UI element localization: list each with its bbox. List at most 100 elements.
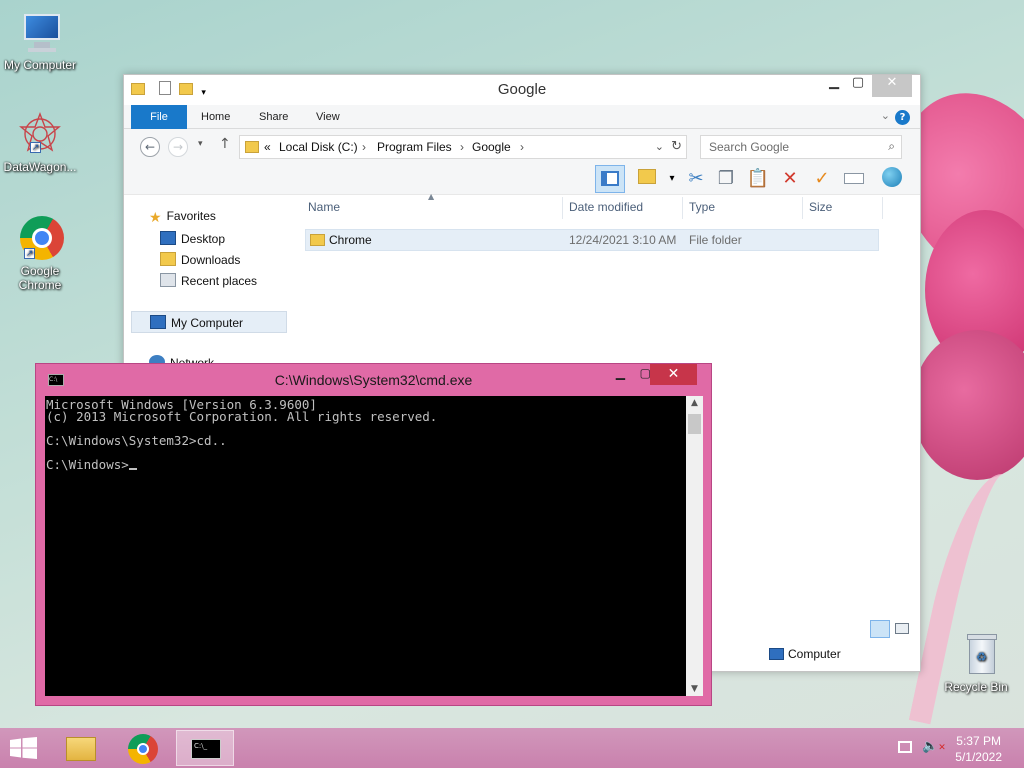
taskbar: C:\_ 🔈✕ 5:37 PM 5/1/2022 [0,728,1024,768]
desktop-icon-my-computer[interactable]: My Computer [0,10,80,72]
command-toolbar: ▾ ✂ ❐ 📋 ✕ ✓ [124,163,920,195]
cmd-icon: C:\_ [191,739,221,759]
monitor-icon [150,315,166,329]
file-name: Chrome [329,233,372,247]
nav-label: Recent places [181,274,258,288]
nav-downloads[interactable]: Downloads [160,252,240,267]
tab-view[interactable]: View [316,105,340,129]
window-title: Google [497,81,547,98]
view-large-icons-button[interactable] [892,620,912,638]
rename-icon[interactable] [842,167,866,191]
nav-label: Downloads [181,253,241,267]
desktop-icon-label: My Computer [3,58,77,72]
maximize-button[interactable]: ▢ [844,75,872,97]
delete-icon[interactable]: ✕ [778,167,802,191]
help-icon[interactable]: ? [895,110,910,125]
chrome-icon: ↗ [16,216,64,262]
cmd-titlebar[interactable]: C:\ C:\Windows\System32\cmd.exe ▁ ▢ ✕ [36,364,711,394]
column-header-name[interactable]: Name [308,200,340,214]
cmd-window[interactable]: C:\ C:\Windows\System32\cmd.exe ▁ ▢ ✕ Mi… [35,363,712,706]
up-arrow-icon[interactable]: ↑ [219,136,231,152]
breadcrumb-separator: › [460,140,464,154]
search-placeholder: Search Google [709,140,790,154]
sort-arrow-icon: ▲ [428,192,435,201]
close-button[interactable]: ✕ [872,75,912,97]
breadcrumb-prefix[interactable]: « [264,140,271,154]
file-date: 12/24/2021 3:10 AM [569,233,677,247]
monitor-icon [769,648,784,660]
scroll-up-icon[interactable]: ▲ [686,396,703,410]
folder-check-icon [638,169,656,184]
chevron-down-icon[interactable]: ⌄ [881,109,890,122]
file-type: File folder [689,233,742,247]
breadcrumb-local-disk[interactable]: Local Disk (C:) [279,140,358,154]
desktop-icon-datawagon[interactable]: ↗ DataWagon... [0,112,80,174]
search-icon[interactable]: ⌕ [888,139,895,154]
globe-icon[interactable] [880,167,904,191]
view-details-button[interactable] [870,620,890,638]
recent-locations-icon[interactable]: ▾ [198,139,203,149]
preview-pane-button[interactable] [595,165,625,193]
cmd-title: C:\Windows\System32\cmd.exe [274,372,473,388]
taskbar-cmd[interactable]: C:\_ [176,730,234,766]
desktop-icon-label: DataWagon... [3,160,77,174]
console-line: C:\Windows> [46,457,129,472]
forward-button[interactable]: → [168,137,188,157]
console-line: C:\Windows\System32>cd.. [46,433,227,448]
desktop-icon-label: Google Chrome [18,264,62,292]
column-header-date-modified[interactable]: Date modified [569,200,643,214]
cmd-minimize-button[interactable]: ▁ [616,366,625,380]
tab-file[interactable]: File [131,105,187,129]
nav-recent-places[interactable]: Recent places [160,273,257,288]
tab-share[interactable]: Share [259,105,288,129]
clock[interactable]: 5:37 PM 5/1/2022 [955,733,1002,765]
select-folder-button[interactable] [635,167,659,191]
column-header-type[interactable]: Type [689,200,715,214]
start-button[interactable] [10,737,38,759]
address-row: ← → ▾ ↑ « Local Disk (C:) › Program File… [124,129,920,163]
tab-home[interactable]: Home [201,105,230,129]
network-icon[interactable] [898,741,912,753]
nav-desktop[interactable]: Desktop [160,231,225,246]
checkmark-icon[interactable]: ✓ [810,167,834,191]
scroll-thumb[interactable] [688,414,701,434]
downloads-icon [160,252,176,266]
table-row[interactable]: Chrome 12/24/2021 3:10 AM File folder [305,229,879,251]
nav-label: Favorites [166,209,216,223]
column-header-size[interactable]: Size [809,200,832,214]
address-bar[interactable]: « Local Disk (C:) › Program Files › Goog… [239,135,687,159]
cut-icon[interactable]: ✂ [684,167,708,191]
console-output[interactable]: Microsoft Windows [Version 6.3.9600] (c) … [45,396,686,696]
datawagon-logo-icon: ↗ [16,112,64,158]
copy-icon[interactable]: ❐ [714,167,738,191]
console-line: (c) 2013 Microsoft Corporation. All righ… [46,409,438,424]
desktop-icon-google-chrome[interactable]: ↗ Google Chrome [0,216,80,292]
text-cursor [128,468,137,470]
nav-label: My Computer [171,316,244,330]
volume-muted-icon[interactable]: 🔈✕ [922,739,946,754]
ribbon-tabs: File Home Share View ⌄ ? [124,105,920,129]
taskbar-chrome[interactable] [114,730,172,766]
breadcrumb-google[interactable]: Google [472,140,511,154]
explorer-titlebar[interactable]: ▾ Google ▁ ▢ ✕ [124,75,920,105]
nav-my-computer[interactable]: My Computer [131,311,287,333]
scroll-down-icon[interactable]: ▼ [686,682,703,696]
breadcrumb-program-files[interactable]: Program Files [377,140,452,154]
nav-favorites[interactable]: ★ Favorites [149,209,216,225]
chevron-down-icon[interactable]: ▾ [660,167,684,191]
refresh-icon[interactable]: ↻ [671,139,682,154]
address-dropdown-icon[interactable]: ⌄ [655,140,664,153]
taskbar-file-explorer[interactable] [52,730,110,766]
paste-icon[interactable]: 📋 [746,167,770,191]
recent-places-icon [160,273,176,287]
breadcrumb-separator: › [362,140,366,154]
search-input[interactable]: Search Google ⌕ [700,135,902,159]
status-location: Computer [788,647,841,661]
desktop-icon-label: Recycle Bin [944,680,1008,694]
star-icon: ★ [149,209,162,225]
cmd-scrollbar[interactable]: ▲ ▼ [686,396,703,696]
desktop-icon-recycle-bin[interactable]: ♻ Recycle Bin [936,632,1016,694]
back-button[interactable]: ← [140,137,160,157]
cmd-close-button[interactable]: ✕ [650,364,697,385]
